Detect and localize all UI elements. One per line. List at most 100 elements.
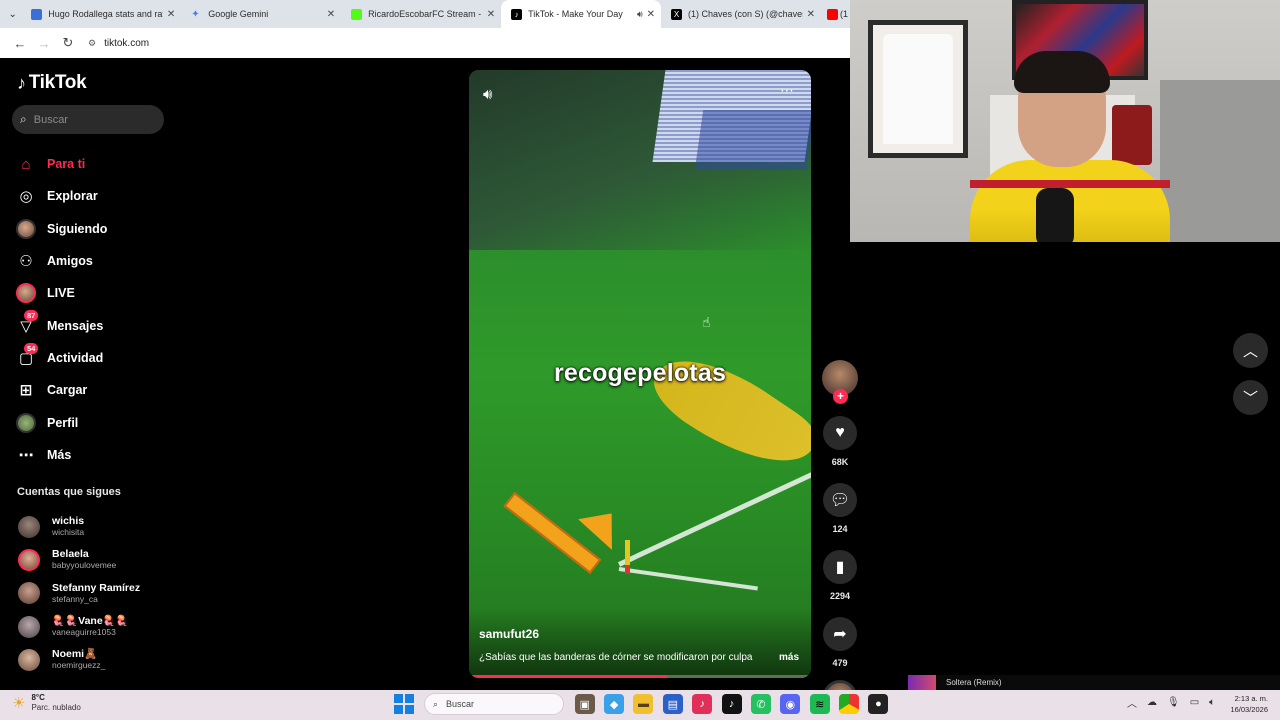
wall-shadow [1160,80,1280,242]
comment-action[interactable]: 💬︎ 124 [820,483,860,534]
chevron-up-icon: ︿ [1242,343,1258,360]
nav-label: Siguiendo [47,221,108,236]
forward-icon[interactable]: → [32,36,56,51]
following-name: Stefanny Ramírez [52,581,141,594]
onedrive-icon[interactable]: ☁︎ [1147,697,1157,708]
share-count: 479 [832,658,848,668]
nav-label: LIVE [47,286,75,301]
tab-search-dropdown-icon[interactable]: ⌄ [4,5,21,23]
nav-item-perfil[interactable]: Perfil [16,406,107,438]
more-icon: ⋯ [18,446,34,464]
nav-item-mensajes[interactable]: ▽ 87 Mensajes [16,309,107,341]
following-item[interactable]: Noemi🧸 noemirguezz_ [18,643,140,676]
speaker-icon[interactable]: 🔈︎ [1209,697,1215,708]
tab-google-gemini[interactable]: ✦ Google Gemini ✕ [181,0,341,28]
nav-label: Actividad [47,350,104,365]
nav-item-siguiendo[interactable]: Siguiendo [16,213,107,245]
tab-title: TikTok - Make Your Day [528,9,623,19]
discord-icon[interactable]: ◉ [780,694,801,714]
tiktok-app-icon[interactable]: ♪ [721,694,742,714]
video-progress-bar[interactable] [469,675,811,678]
chrome-icon[interactable] [839,694,860,714]
volume-icon[interactable]: 🔊︎ [483,86,492,103]
task-view-icon[interactable]: ▣ [574,694,595,714]
chevron-down-icon: ﹀ [1242,390,1258,407]
tab-youtube[interactable]: (1 [821,0,850,28]
nav-item-para-ti[interactable]: ⌂ Para ti [16,148,107,180]
taskbar-search-text: Buscar [446,699,475,709]
tab-close-icon[interactable]: ✕ [487,9,495,20]
nav-item-actividad[interactable]: ▢ 54 Actividad [16,342,107,374]
previous-video-button[interactable]: ︿ [1233,333,1268,368]
share-action[interactable]: ➦ 479 [820,617,860,668]
nav-item-explorar[interactable]: ◎ Explorar [16,180,107,212]
nav-item-amigos[interactable]: ⚇ Amigos [16,245,107,277]
search-placeholder: Buscar [33,113,68,126]
bookmark-icon[interactable]: ▮ [823,550,857,584]
profile-icon [16,412,36,433]
back-icon[interactable]: ← [8,36,32,51]
following-item[interactable]: Belaela babyyoulovemee [18,543,140,576]
windows-start-icon[interactable] [394,694,414,714]
clock[interactable]: 2:13 a. m. 16/03/2026 [1224,693,1268,715]
tray-expand-icon[interactable]: ︿ [1127,695,1137,710]
more-options-icon[interactable]: ⋯ [780,82,795,99]
tab-title: Google Gemini [208,9,269,19]
following-handle: vaneaguirre1053 [52,627,116,638]
time: 2:13 a. m. [1234,694,1268,703]
caption-more-button[interactable]: más [779,652,799,663]
search-input[interactable]: ⌕ Buscar [12,105,164,134]
nav-item-mas[interactable]: ⋯ Más [16,439,107,471]
spotify-icon[interactable]: ≋ [809,694,830,714]
like-action[interactable]: ♥ 68K [820,416,860,467]
tiktok-pink-icon[interactable]: ♪ [692,694,713,714]
music-mini-player[interactable]: Soltera (Remix) [908,675,1280,690]
tab-ricardoescobar-stream[interactable]: RicardoEscobarFC Stream - Wat ✕ [341,0,501,28]
comment-icon[interactable]: 💬︎ [823,483,857,517]
save-count: 2294 [829,591,851,601]
obs-icon[interactable]: ● [868,694,889,714]
tab-close-icon[interactable]: ✕ [647,9,655,20]
tiktok-logo[interactable]: ♪ TikTok [17,72,87,94]
url-field[interactable]: ⚙︎ tiktok.com [88,38,149,49]
following-title: Cuentas que sigues [17,486,121,498]
tab-x-chaves[interactable]: X (1) Chaves (con S) (@chavescon ✕ [661,0,821,28]
webcam-overlay [850,0,1280,242]
heart-icon[interactable]: ♥ [823,416,857,450]
mic-icon[interactable]: 🎙︎ [1167,697,1180,708]
weather-widget[interactable]: ☀︎ 8°C Parc. nublado [12,693,81,713]
following-item[interactable]: Stefanny Ramírez stefanny_ca [18,577,140,610]
whatsapp-icon[interactable]: ✆ [750,694,771,714]
speaker-icon[interactable]: 🔊︎ [637,9,643,20]
tab-tiktok[interactable]: ♪ TikTok - Make Your Day 🔊︎ ✕ [501,0,662,28]
reload-icon[interactable]: ↻ [56,35,80,51]
tab-close-icon[interactable]: ✕ [807,9,815,20]
creator-avatar[interactable]: + [822,360,858,404]
following-item[interactable]: wichis wichisita [18,510,140,543]
nav-label: Explorar [47,189,98,204]
video-player[interactable]: recogepelotas 🔊︎ ⋯ ☝︎ samufut26 ¿Sabías … [469,70,811,678]
site-settings-icon[interactable]: ⚙︎ [88,38,96,49]
follow-plus-icon[interactable]: + [833,389,848,404]
live-icon [16,283,36,304]
file-explorer-icon[interactable]: ▬ [633,694,654,714]
video-username[interactable]: samufut26 [479,627,539,641]
display-icon[interactable]: ▭ [1190,697,1199,708]
taskbar-search[interactable]: ⌕ Buscar [424,693,564,715]
nav-item-cargar[interactable]: ⊞ Cargar [16,374,107,406]
like-count: 68K [831,457,849,467]
share-icon[interactable]: ➦ [823,617,857,651]
widgets-icon[interactable]: ◆ [604,694,625,714]
store-icon[interactable]: ▤ [662,694,683,714]
tab-close-icon[interactable]: ✕ [327,9,335,20]
following-item[interactable]: 🪼🪼Vane🪼🪼 vaneaguirre1053 [18,610,140,643]
next-video-button[interactable]: ﹀ [1233,380,1268,415]
tab-close-icon[interactable]: ✕ [167,9,175,20]
save-action[interactable]: ▮ 2294 [820,550,860,601]
tab-hugo-rodallega[interactable]: Hugo Rodallega stats and rating ✕ [21,0,181,28]
following-handle: babyyoulovemee [52,560,117,571]
nav-item-live[interactable]: LIVE [16,277,107,309]
x-logo-icon: X [671,8,683,20]
hair [1014,51,1110,93]
avatar [18,615,40,638]
